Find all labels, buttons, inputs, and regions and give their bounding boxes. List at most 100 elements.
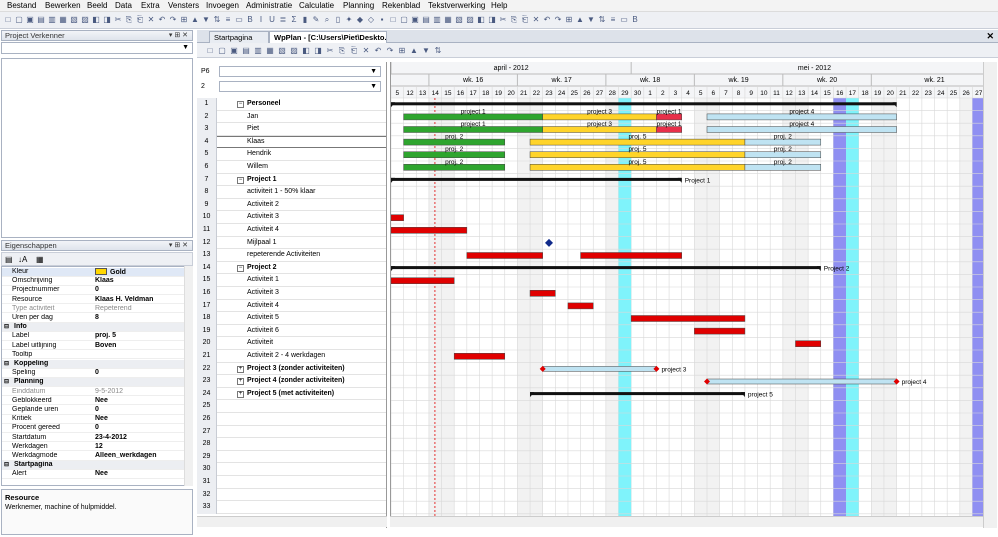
property-row[interactable]: Kleur Gold — [2, 268, 186, 277]
table-row[interactable]: 20 Activiteit — [197, 337, 386, 350]
collapse-icon[interactable]: ⊟ — [4, 360, 9, 369]
panel-buttons[interactable]: ▾ ⊞ ✕ — [169, 31, 188, 41]
table-row[interactable]: 5 Hendrik — [197, 148, 386, 161]
property-row[interactable]: Werkdagen 12 — [2, 443, 186, 452]
toolbar-icon[interactable]: ↷ — [385, 46, 395, 56]
table-row[interactable]: 3 Piet — [197, 123, 386, 136]
property-row[interactable]: Tooltip — [2, 351, 186, 360]
toolbar-icon[interactable]: ▥ — [432, 15, 442, 25]
toolbar-icon[interactable]: □ — [205, 46, 215, 56]
table-row[interactable]: 15 Activiteit 1 — [197, 274, 386, 287]
chart-horizontal-scrollbar[interactable] — [390, 516, 983, 527]
toolbar-icon[interactable]: ✕ — [146, 15, 156, 25]
property-pages-icon[interactable]: ▦ — [36, 255, 44, 264]
property-row[interactable]: Startdatum 23-4-2012 — [2, 434, 186, 443]
toolbar-icon[interactable]: ▣ — [410, 15, 420, 25]
table-row[interactable]: 21 Activiteit 2 - 4 werkdagen — [197, 350, 386, 363]
table-row[interactable]: 28 — [197, 438, 386, 451]
toolbar-icon[interactable]: ▥ — [47, 15, 57, 25]
toolbar-icon[interactable]: Σ — [289, 15, 299, 25]
menu-calculatie[interactable]: Calculatie — [299, 1, 334, 10]
table-row[interactable]: 22 + Project 3 (zonder activiteiten) — [197, 362, 386, 376]
toolbar-icon[interactable]: ✕ — [361, 46, 371, 56]
toolbar-icon[interactable]: ▭ — [234, 15, 244, 25]
property-row[interactable]: Geplande uren 0 — [2, 406, 186, 415]
menu-vensters[interactable]: Vensters — [168, 1, 199, 10]
toolbar-icon[interactable]: ✎ — [311, 15, 321, 25]
filter-combo-2[interactable]: ▼ — [219, 81, 381, 92]
menu-bestand[interactable]: Bestand — [7, 1, 36, 10]
categorized-icon[interactable]: ▤ — [5, 255, 13, 264]
toolbar-icon[interactable]: ▼ — [421, 46, 431, 56]
toolbar-icon[interactable]: ▤ — [421, 15, 431, 25]
toolbar-icon[interactable]: ▲ — [575, 15, 585, 25]
toolbar-icon[interactable]: ≣ — [278, 15, 288, 25]
toolbar-icon[interactable]: ▦ — [58, 15, 68, 25]
property-row[interactable]: Type activiteit Repeterend — [2, 305, 186, 314]
toolbar-icon[interactable]: ⊞ — [179, 15, 189, 25]
gantt-chart[interactable]: april - 2012 mei - 2012 wk. 16 wk. 17 wk. 18… — [390, 62, 983, 516]
toolbar-icon[interactable]: ↷ — [168, 15, 178, 25]
menu-data[interactable]: Data — [115, 1, 132, 10]
toolbar-icon[interactable]: ▨ — [465, 15, 475, 25]
panel-buttons[interactable]: ▾ ⊞ ✕ — [169, 241, 188, 251]
property-row[interactable]: Label proj. 5 — [2, 332, 186, 341]
property-row[interactable]: Speling 0 — [2, 369, 186, 378]
table-row[interactable]: 19 Activiteit 6 — [197, 324, 386, 338]
toolbar-icon[interactable]: ▢ — [217, 46, 227, 56]
tab-wpplan[interactable]: WpPlan - [C:\Users\Piet\Deskto... — [269, 31, 387, 43]
toolbar-icon[interactable]: ✕ — [531, 15, 541, 25]
menu-bewerken[interactable]: Bewerken — [45, 1, 81, 10]
menu-administratie[interactable]: Administratie — [246, 1, 292, 10]
toolbar-icon[interactable]: ⇅ — [597, 15, 607, 25]
toolbar-icon[interactable]: ▧ — [69, 15, 79, 25]
table-row[interactable]: 17 Activiteit 4 — [197, 299, 386, 313]
toolbar-icon[interactable]: ↶ — [157, 15, 167, 25]
menu-extra[interactable]: Extra — [141, 1, 160, 10]
toolbar-icon[interactable]: ⇅ — [433, 46, 443, 56]
table-row[interactable]: 24 + Project 5 (met activiteiten) — [197, 387, 386, 401]
properties-scrollbar[interactable] — [184, 266, 193, 486]
property-row[interactable]: Resource Klaas H. Veldman — [2, 296, 186, 305]
toolbar-icon[interactable]: ↶ — [373, 46, 383, 56]
toolbar-icon[interactable]: ◧ — [91, 15, 101, 25]
table-row[interactable]: 32 — [197, 488, 386, 502]
collapse-icon[interactable]: − — [237, 101, 244, 108]
toolbar-icon[interactable]: ↷ — [553, 15, 563, 25]
collapse-icon[interactable]: ⊟ — [4, 378, 9, 387]
filter-combo-1[interactable]: ▼ — [219, 66, 381, 77]
toolbar-icon[interactable]: ▥ — [253, 46, 263, 56]
toolbar-icon[interactable]: ◨ — [487, 15, 497, 25]
table-row[interactable]: 27 — [197, 425, 386, 439]
table-row[interactable]: 13 repeterende Activiteiten — [197, 249, 386, 262]
toolbar-icon[interactable]: ⊞ — [397, 46, 407, 56]
property-row[interactable]: Werkdagmode Alleen_werkdagen — [2, 452, 186, 461]
table-row[interactable]: 33 — [197, 501, 386, 514]
toolbar-icon[interactable]: ▢ — [399, 15, 409, 25]
property-row[interactable]: Einddatum 9-5-2012 — [2, 388, 186, 397]
collapse-icon[interactable]: ⊟ — [4, 323, 9, 332]
project-explorer-tree[interactable] — [1, 58, 193, 238]
table-row[interactable]: 31 — [197, 476, 386, 489]
table-row[interactable]: 1 − Personeel — [197, 98, 386, 111]
menu-rekenblad[interactable]: Rekenblad — [382, 1, 420, 10]
toolbar-icon[interactable]: B — [245, 15, 255, 25]
toolbar-icon[interactable]: ◨ — [313, 46, 323, 56]
toolbar-icon[interactable]: ▲ — [409, 46, 419, 56]
table-row[interactable]: 8 activiteit 1 - 50% klaar — [197, 186, 386, 199]
property-row[interactable]: Procent gereed 0 — [2, 424, 186, 433]
toolbar-icon[interactable]: ⎗ — [349, 46, 359, 56]
toolbar-icon[interactable]: ◨ — [102, 15, 112, 25]
toolbar-icon[interactable]: ⇅ — [212, 15, 222, 25]
toolbar-icon[interactable]: ▧ — [454, 15, 464, 25]
toolbar-icon[interactable]: ▤ — [241, 46, 251, 56]
toolbar-icon[interactable]: B — [630, 15, 640, 25]
toolbar-icon[interactable]: ⎘ — [124, 15, 134, 25]
toolbar-icon[interactable]: ▤ — [36, 15, 46, 25]
chart-vertical-scrollbar[interactable] — [983, 62, 997, 528]
property-row[interactable]: Omschrijving Klaas — [2, 277, 186, 286]
table-row[interactable]: 10 Activiteit 3 — [197, 211, 386, 224]
toolbar-icon[interactable]: ▣ — [229, 46, 239, 56]
collapse-icon[interactable]: ⊟ — [4, 461, 9, 470]
table-row[interactable]: 23 + Project 4 (zonder activiteiten) — [197, 375, 386, 388]
